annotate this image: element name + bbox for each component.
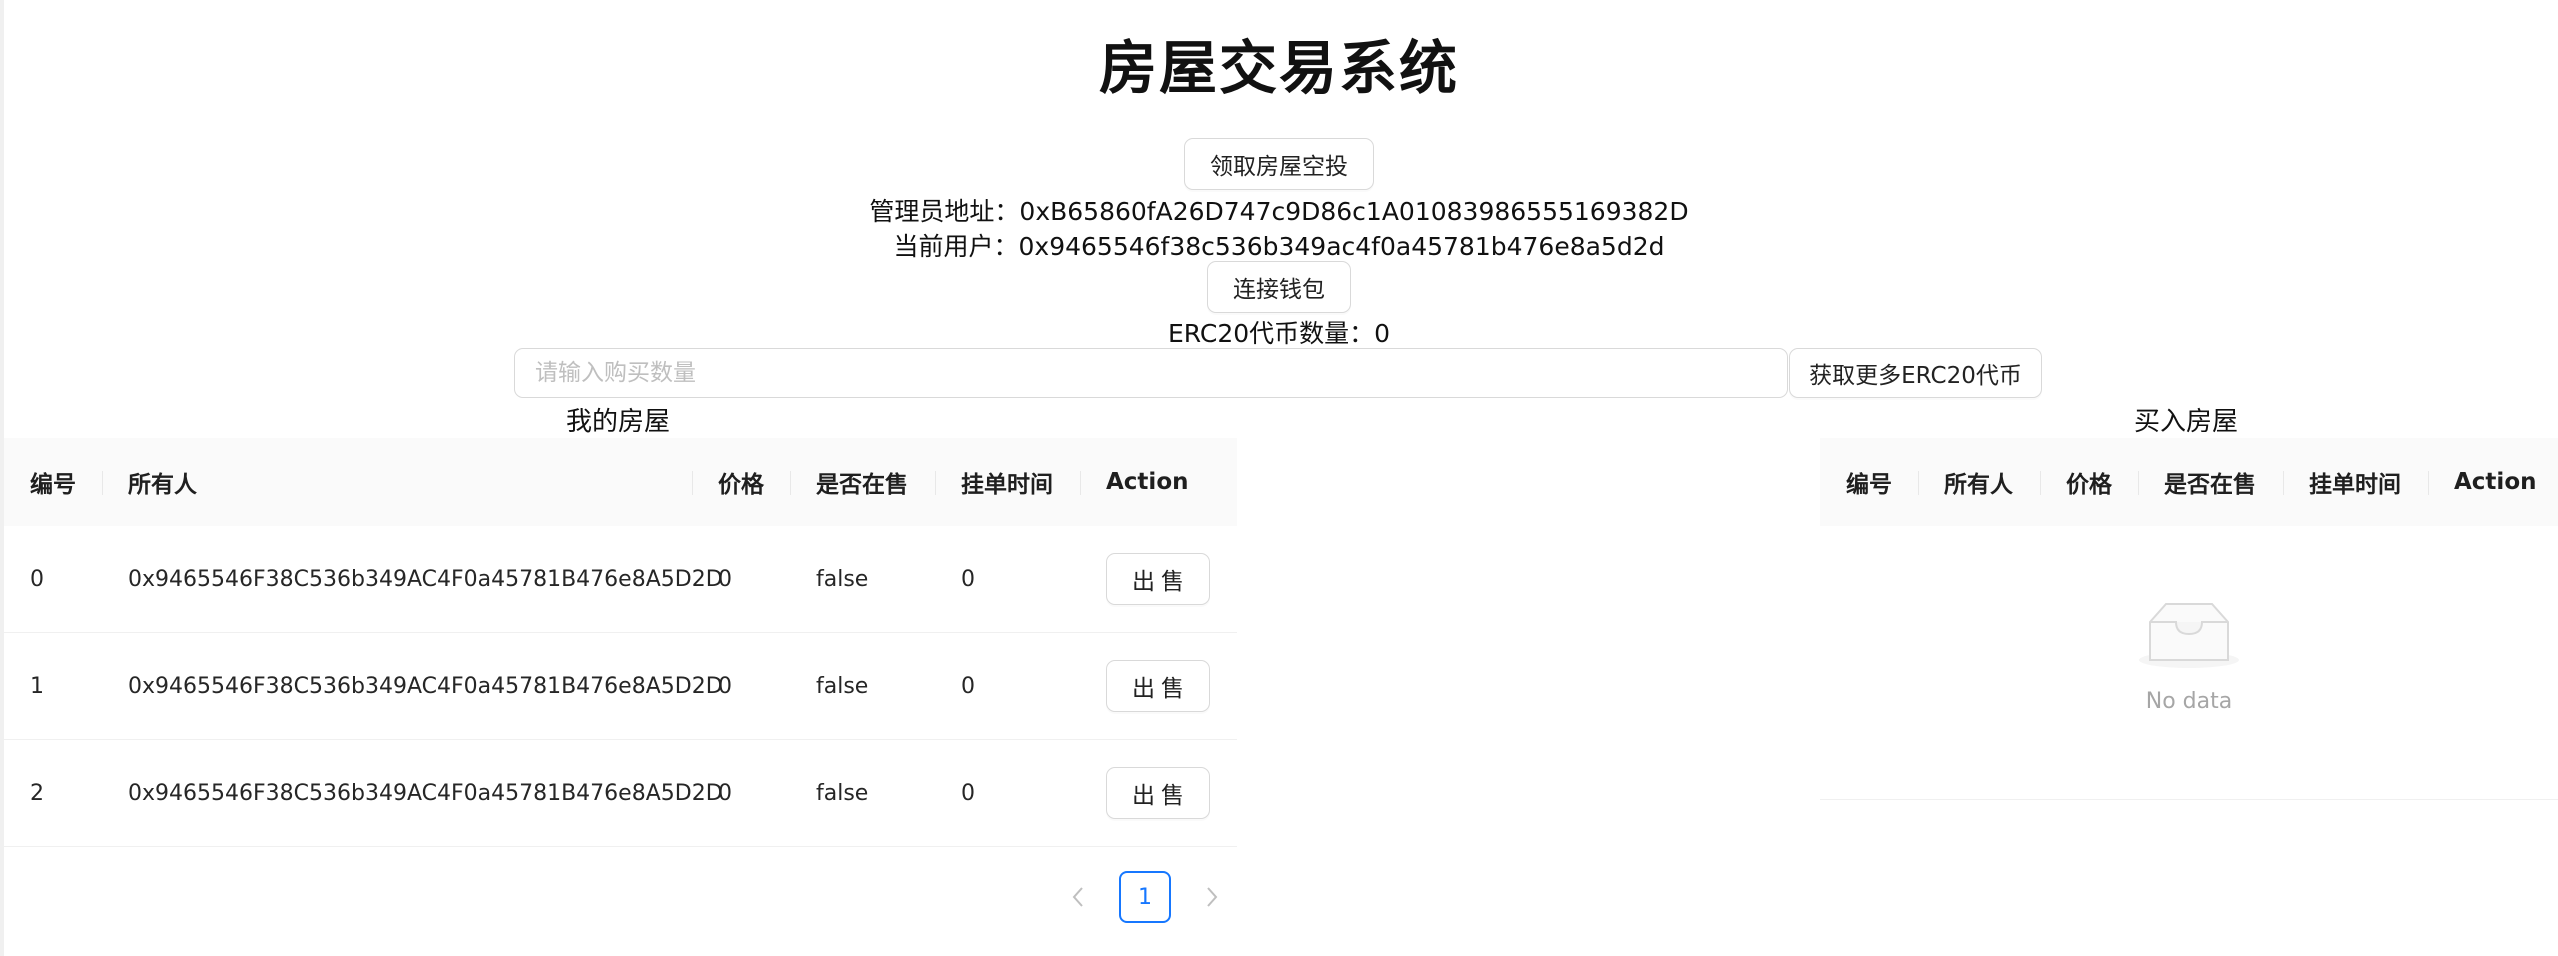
sell-button[interactable]: 出售 (1106, 553, 1210, 605)
column-header-action: Action (1080, 438, 1237, 526)
column-header-owner: 所有人 (102, 438, 692, 526)
column-header-action: Action (2428, 438, 2558, 526)
column-header-id: 编号 (1820, 438, 1918, 526)
cell-list-time: 0 (935, 739, 1080, 847)
manager-address-text: 管理员地址：0xB65860fA26D747c9D86c1A0108398655… (869, 197, 1689, 226)
cell-list-time: 0 (935, 526, 1080, 633)
my-houses-table: 编号 所有人 价格 是否在售 挂单时间 Action 0 0x9465546F3… (4, 438, 1237, 847)
table-row: 0 0x9465546F38C536b349AC4F0a45781B476e8A… (4, 526, 1237, 633)
buy-houses-title: 买入房屋 (2134, 407, 2239, 437)
cell-id: 0 (4, 526, 102, 633)
cell-owner: 0x9465546F38C536b349AC4F0a45781B476e8A5D… (102, 632, 723, 740)
pagination-page-current[interactable]: 1 (1119, 871, 1171, 923)
cell-list-time: 0 (935, 632, 1080, 740)
chevron-right-icon[interactable] (1185, 870, 1239, 924)
cell-id: 2 (4, 739, 102, 847)
table-header-row: 编号 所有人 价格 是否在售 挂单时间 Action (4, 438, 1237, 526)
chevron-left-icon[interactable] (1051, 870, 1105, 924)
cell-action: 出售 (1080, 632, 1237, 740)
purchase-amount-input[interactable] (514, 348, 1788, 398)
erc20-balance-text: ERC20代币数量：0 (1167, 319, 1391, 348)
column-header-list-time: 挂单时间 (2283, 438, 2428, 526)
empty-inbox-icon (2139, 603, 2239, 668)
column-header-price: 价格 (692, 438, 790, 526)
get-more-erc20-button[interactable]: 获取更多ERC20代币 (1789, 348, 2042, 398)
pagination: 1 (1051, 870, 1239, 924)
cell-on-sale: false (790, 526, 935, 633)
cell-action: 出售 (1080, 739, 1237, 847)
cell-on-sale: false (790, 739, 935, 847)
table-row: 1 0x9465546F38C536b349AC4F0a45781B476e8A… (4, 632, 1237, 740)
column-header-on-sale: 是否在售 (2138, 438, 2283, 526)
current-user-text: 当前用户：0x9465546f38c536b349ac4f0a45781b476… (893, 232, 1665, 261)
table-row: 2 0x9465546F38C536b349AC4F0a45781B476e8A… (4, 739, 1237, 847)
column-header-list-time: 挂单时间 (935, 438, 1080, 526)
table-header-row: 编号 所有人 价格 是否在售 挂单时间 Action (1820, 438, 2558, 526)
sell-button[interactable]: 出售 (1106, 767, 1210, 819)
cell-owner: 0x9465546F38C536b349AC4F0a45781B476e8A5D… (102, 526, 723, 633)
cell-on-sale: false (790, 632, 935, 740)
buy-houses-table: 编号 所有人 价格 是否在售 挂单时间 Action (1820, 438, 2558, 526)
column-header-on-sale: 是否在售 (790, 438, 935, 526)
page-title: 房屋交易系统 (1098, 34, 1459, 102)
column-header-price: 价格 (2040, 438, 2138, 526)
page: 房屋交易系统 领取房屋空投 管理员地址：0xB65860fA26D747c9D8… (0, 0, 2558, 956)
empty-state: No data (1820, 526, 2558, 800)
connect-wallet-button[interactable]: 连接钱包 (1207, 261, 1351, 313)
cell-owner: 0x9465546F38C536b349AC4F0a45781B476e8A5D… (102, 739, 723, 847)
empty-text: No data (2145, 689, 2233, 714)
cell-id: 1 (4, 632, 102, 740)
cell-action: 出售 (1080, 526, 1237, 633)
claim-airdrop-button[interactable]: 领取房屋空投 (1184, 138, 1374, 190)
my-houses-title: 我的房屋 (566, 407, 671, 437)
column-header-id: 编号 (4, 438, 102, 526)
column-header-owner: 所有人 (1918, 438, 2040, 526)
sell-button[interactable]: 出售 (1106, 660, 1210, 712)
